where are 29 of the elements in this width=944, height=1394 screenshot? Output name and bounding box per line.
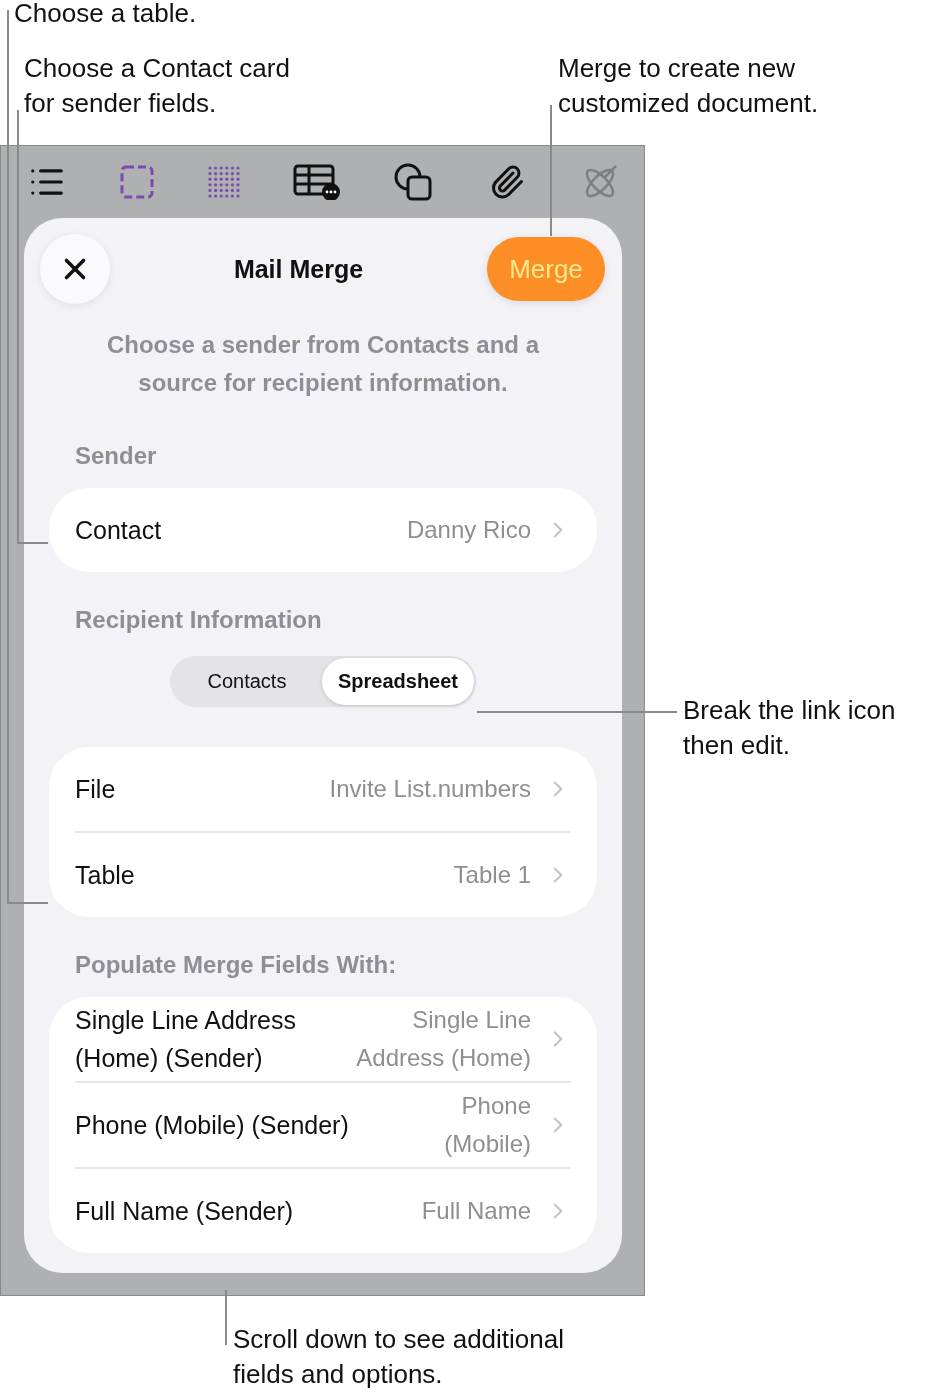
sender-card[interactable]: Contact Danny Rico [49, 488, 597, 572]
segment-tab[interactable]: Contacts [171, 658, 322, 705]
callout-text: Choose a Contact card for sender fields. [24, 52, 290, 120]
row-label: Table [75, 860, 135, 891]
row-value: Invite List.numbers [329, 774, 531, 804]
callout-text: Choose a table. [14, 0, 197, 30]
row-value: Table 1 [453, 860, 531, 890]
row-label: Phone (Mobile) (Sender) [75, 1110, 349, 1141]
description-text: Choose a sender from Contacts and a source for recipient information. [105, 330, 541, 398]
row-label: Full Name (Sender) [75, 1196, 294, 1227]
section-heading: Recipient Information [74, 606, 323, 634]
callout-text: Merge to create new customized document. [558, 52, 819, 120]
shapes-icon[interactable] [394, 163, 435, 201]
segment-tab[interactable]: Spreadsheet [321, 658, 475, 705]
row-value: Single Line Address (Home) [356, 1005, 531, 1073]
callout-text: Break the link icon then edit. [683, 694, 896, 762]
dot-grid-icon[interactable] [206, 165, 241, 199]
section-heading: Sender [74, 442, 158, 470]
row-value: Phone (Mobile) [444, 1091, 531, 1159]
row-value: Danny Rico [406, 515, 531, 545]
dashed-square-icon[interactable] [119, 165, 154, 199]
section-heading: Populate Merge Fields With: [74, 951, 398, 979]
sheet-title: Mail Merge [233, 254, 364, 284]
row-label: File [75, 774, 116, 805]
row-label: Single Line Address (Home) (Sender) [75, 1005, 296, 1074]
row-value: Full Name [421, 1196, 531, 1226]
row-label: Contact [75, 515, 162, 546]
table-icon[interactable] [293, 164, 342, 200]
callout-text: Scroll down to see additional fields and options. [233, 1323, 564, 1391]
